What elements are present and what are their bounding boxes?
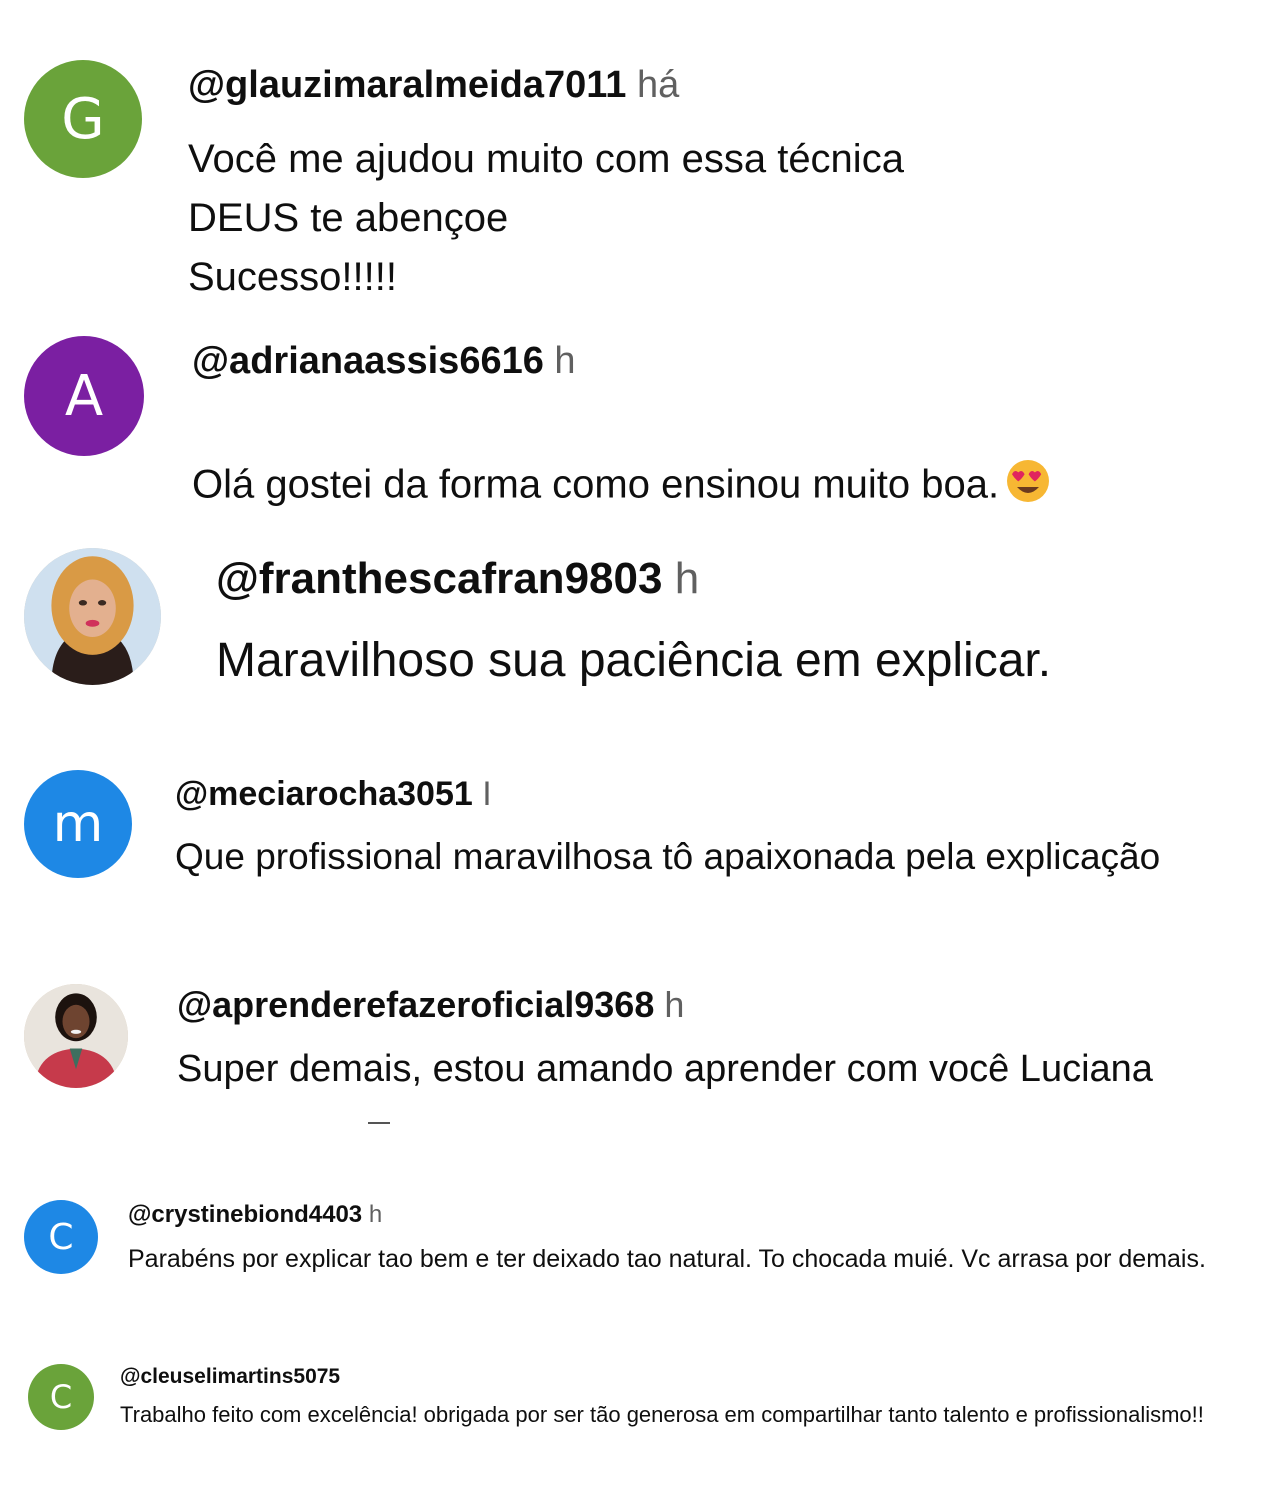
comment-author[interactable]: @adrianaassis6616 h (192, 340, 576, 383)
comment-text: Trabalho feito com excelência! obrigada … (120, 1402, 1204, 1427)
avatar[interactable]: m (24, 770, 132, 878)
comment-time[interactable]: h (554, 340, 575, 382)
comment-author[interactable]: @crystinebiond4403 h (128, 1201, 382, 1229)
comment-text: Super demais, estou amando aprender com … (177, 1048, 1153, 1090)
comment-text: Olá gostei da forma como ensinou muito b… (192, 408, 1051, 516)
profile-photo-icon (24, 548, 161, 685)
avatar-letter: G (61, 86, 105, 152)
avatar[interactable] (24, 548, 161, 685)
author-handle[interactable]: @meciarocha3051 (175, 775, 473, 813)
profile-photo-icon (24, 984, 128, 1088)
divider (368, 1122, 390, 1124)
comment-text: Você me ajudou muito com essa técnica DE… (188, 137, 904, 299)
comment-text: Que profissional maravilhosa tô apaixona… (175, 836, 1161, 877)
author-handle[interactable]: @cleuselimartins5075 (120, 1365, 340, 1388)
comment-text: Maravilhoso sua paciência em explicar. (216, 634, 1052, 687)
comment-time[interactable]: I (482, 775, 491, 813)
avatar[interactable]: C (28, 1364, 94, 1430)
comment-author[interactable]: @aprenderefazeroficial9368 h (177, 984, 684, 1026)
comment-time[interactable]: há (637, 64, 679, 106)
author-handle[interactable]: @crystinebiond4403 (128, 1201, 362, 1228)
avatar[interactable]: C (24, 1200, 98, 1274)
comment-time[interactable]: h (664, 984, 684, 1025)
comment-text-content: Olá gostei da forma como ensinou muito b… (192, 462, 1000, 507)
avatar[interactable]: G (24, 60, 142, 178)
comment-time[interactable]: h (369, 1201, 382, 1228)
heart-eyes-emoji-icon (1005, 458, 1051, 516)
author-handle[interactable]: @adrianaassis6616 (192, 340, 544, 382)
avatar-letter: C (48, 1216, 74, 1258)
comment-author[interactable]: @meciarocha3051 I (175, 775, 492, 814)
comment-text: Parabéns por explicar tao bem e ter deix… (128, 1245, 1206, 1273)
comment-author[interactable]: @glauzimaralmeida7011 há (188, 64, 679, 107)
comment-author[interactable]: @franthescafran9803 h (216, 554, 699, 604)
avatar-letter: A (64, 363, 104, 429)
avatar[interactable]: A (24, 336, 144, 456)
comment-author[interactable]: @cleuselimartins5075 (120, 1365, 340, 1389)
author-handle[interactable]: @franthescafran9803 (216, 554, 662, 603)
avatar-letter: m (52, 794, 104, 854)
author-handle[interactable]: @aprenderefazeroficial9368 (177, 984, 654, 1025)
author-handle[interactable]: @glauzimaralmeida7011 (188, 64, 626, 106)
avatar-letter: C (49, 1378, 73, 1416)
comment-time[interactable]: h (675, 554, 699, 603)
avatar[interactable] (24, 984, 128, 1088)
